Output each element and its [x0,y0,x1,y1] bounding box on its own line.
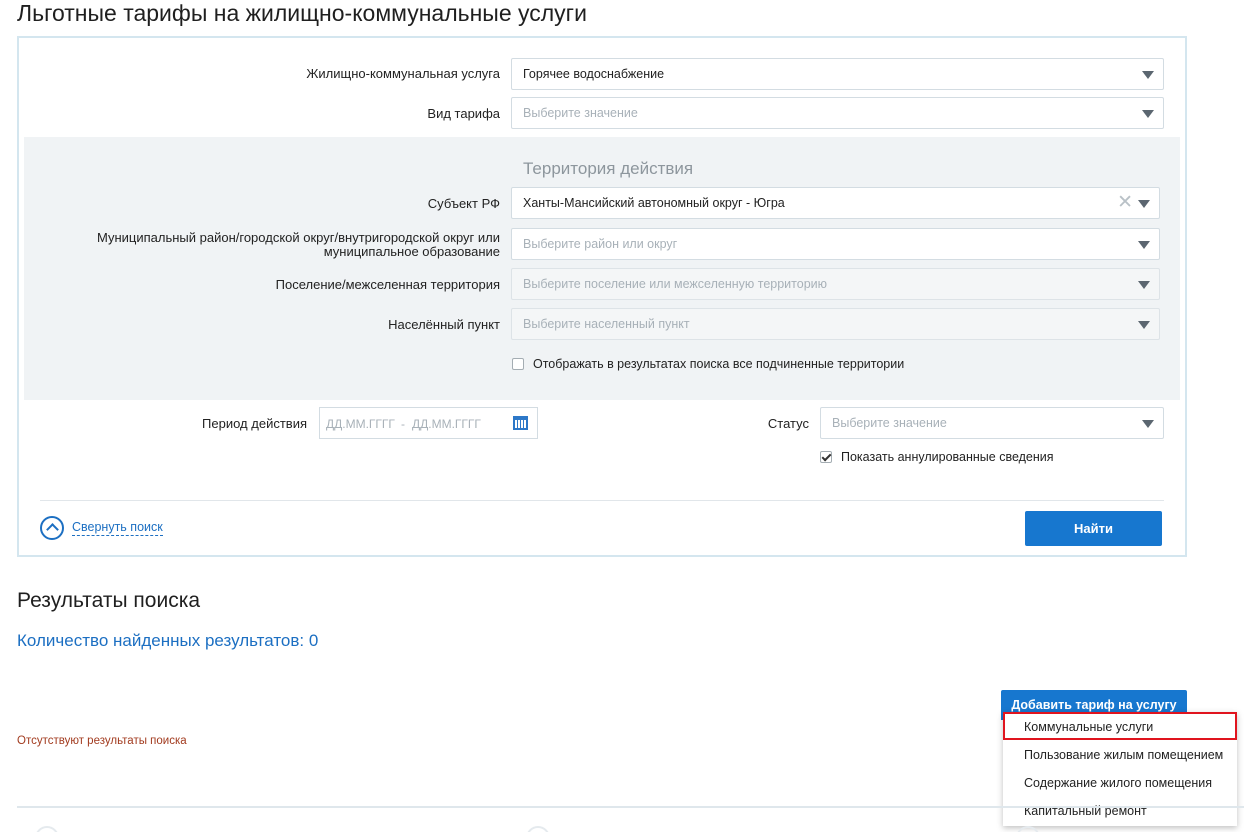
locality-placeholder: Выберите населенный пункт [523,317,690,331]
settlement-placeholder: Выберите поселение или межселенную терри… [523,277,828,291]
settlement-select[interactable]: Выберите поселение или межселенную терри… [511,268,1160,300]
date-from-placeholder: ДД.ММ.ГГГГ [326,417,395,431]
menu-item-highlight [1003,712,1237,740]
footer-divider [17,806,1244,808]
district-label: Муниципальный район/городской округ/внут… [96,230,500,259]
tariff-type-placeholder: Выберите значение [523,106,638,120]
footer-icon [1016,826,1040,832]
footer-icon [35,826,59,832]
subject-select[interactable]: Ханты-Мансийский автономный округ - Югра… [511,187,1160,219]
date-separator: - [401,417,405,431]
district-placeholder: Выберите район или округ [523,237,678,251]
subject-value: Ханты-Мансийский автономный округ - Югра [523,196,785,210]
subordinate-checkbox[interactable] [512,358,524,370]
status-select[interactable]: Выберите значение [820,407,1164,439]
caret-down-icon [1142,420,1154,428]
calendar-icon[interactable] [513,416,528,430]
show-annulled-label: Показать аннулированные сведения [841,450,1054,464]
tariff-type-select[interactable]: Выберите значение [511,97,1164,129]
service-label: Жилищно-коммунальная услуга [306,66,500,81]
district-select[interactable]: Выберите район или округ [511,228,1160,260]
menu-item-housing-maintenance[interactable]: Содержание жилого помещения [1024,776,1212,790]
status-placeholder: Выберите значение [832,416,947,430]
caret-down-icon [1138,281,1150,289]
results-title: Результаты поиска [17,589,201,612]
menu-item-housing-use[interactable]: Пользование жилым помещением [1024,748,1223,762]
show-annulled-checkbox[interactable] [820,451,832,463]
settlement-label: Поселение/межселенная территория [275,277,500,292]
locality-select[interactable]: Выберите населенный пункт [511,308,1160,340]
service-value: Горячее водоснабжение [523,67,665,81]
period-label: Период действия [202,416,307,431]
locality-label: Населённый пункт [388,317,500,332]
subordinate-checkbox-label: Отображать в результатах поиска все подч… [533,357,905,371]
caret-down-icon [1138,321,1150,329]
no-results-message: Отсутствуют результаты поиска [17,735,187,747]
page-title: Льготные тарифы на жилищно-коммунальные … [17,0,587,26]
date-to-placeholder: ДД.ММ.ГГГГ [412,417,481,431]
caret-down-icon [1138,241,1150,249]
find-button[interactable]: Найти [1025,511,1162,546]
chevron-up-circle-icon[interactable] [40,516,64,540]
collapse-search-link[interactable]: Свернуть поиск [72,519,163,536]
period-date-range[interactable]: ДД.ММ.ГГГГ - ДД.ММ.ГГГГ [319,407,538,439]
caret-down-icon [1142,110,1154,118]
status-label: Статус [767,416,809,431]
form-divider [40,500,1164,501]
caret-down-icon [1138,200,1150,208]
close-icon[interactable]: ✕ [1117,193,1133,213]
results-count: Количество найденных результатов: 0 [17,631,319,650]
caret-down-icon [1142,71,1154,79]
footer-icon [526,826,550,832]
service-select[interactable]: Горячее водоснабжение [511,58,1164,90]
territory-title: Территория действия [523,159,694,178]
subject-label: Субъект РФ [427,196,500,211]
tariff-type-label: Вид тарифа [427,106,500,121]
